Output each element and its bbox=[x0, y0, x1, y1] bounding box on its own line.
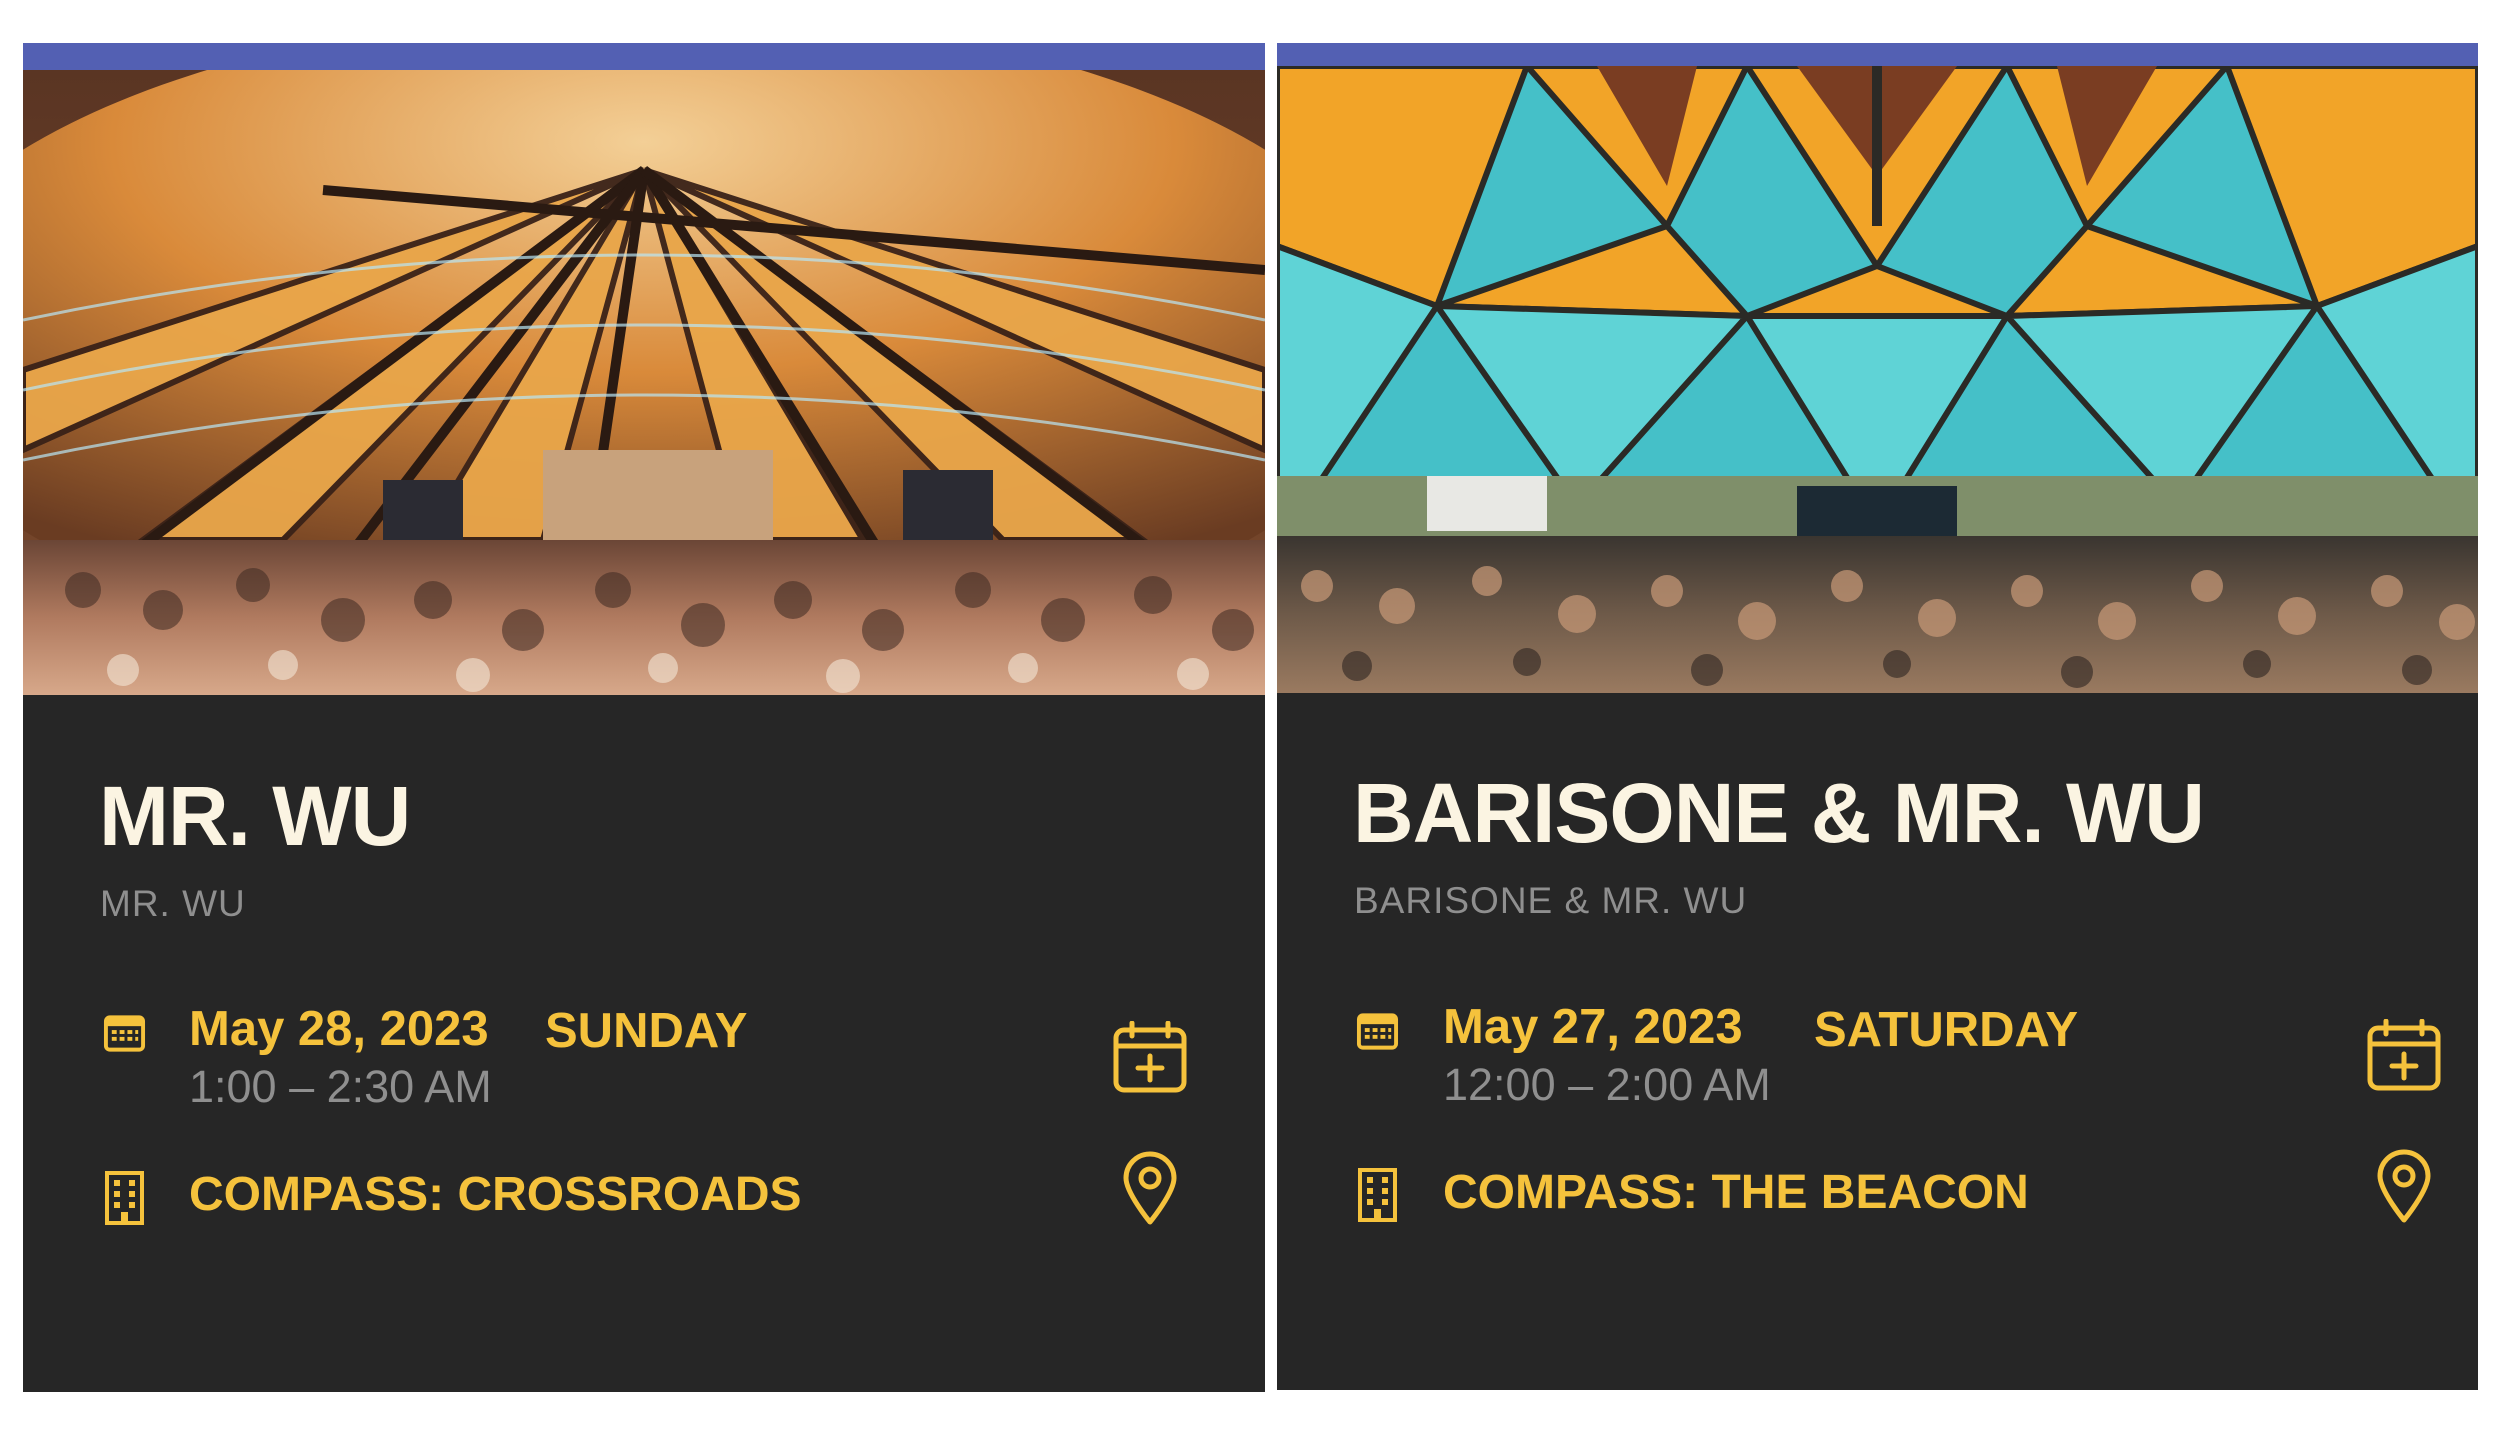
event-weekday: SATURDAY bbox=[1814, 1003, 2079, 1057]
top-bar bbox=[1277, 43, 2478, 66]
event-card: MR. WU MR. WU May 28, 2023 SUNDAY 1:00 –… bbox=[23, 43, 1265, 1392]
venue-name[interactable]: COMPASS: THE BEACON bbox=[1443, 1165, 2029, 1220]
event-title: BARISONE & MR. WU bbox=[1353, 766, 2205, 860]
location-pin-icon[interactable] bbox=[2376, 1149, 2432, 1224]
building-icon bbox=[1357, 1167, 1398, 1223]
venue-name[interactable]: COMPASS: CROSSROADS bbox=[189, 1167, 802, 1222]
calendar-add-icon[interactable] bbox=[1112, 1021, 1188, 1095]
building-icon bbox=[104, 1170, 145, 1226]
event-title: MR. WU bbox=[99, 769, 411, 863]
event-time: 12:00 – 2:00 AM bbox=[1443, 1059, 1771, 1110]
top-bar bbox=[23, 43, 1265, 70]
event-photo bbox=[1277, 66, 2478, 693]
calendar-icon bbox=[103, 1013, 146, 1053]
event-photo bbox=[23, 70, 1265, 695]
event-time: 1:00 – 2:30 AM bbox=[189, 1061, 492, 1112]
event-date: May 28, 2023 bbox=[189, 1002, 489, 1056]
calendar-icon bbox=[1356, 1011, 1399, 1051]
location-pin-icon[interactable] bbox=[1122, 1151, 1178, 1226]
calendar-add-icon[interactable] bbox=[2366, 1019, 2442, 1093]
event-card: BARISONE & MR. WU BARISONE & MR. WU May … bbox=[1277, 43, 2478, 1390]
artist-name: BARISONE & MR. WU bbox=[1354, 880, 1748, 921]
artist-name: MR. WU bbox=[100, 883, 246, 924]
event-date: May 27, 2023 bbox=[1443, 1000, 1743, 1054]
event-weekday: SUNDAY bbox=[545, 1004, 748, 1058]
